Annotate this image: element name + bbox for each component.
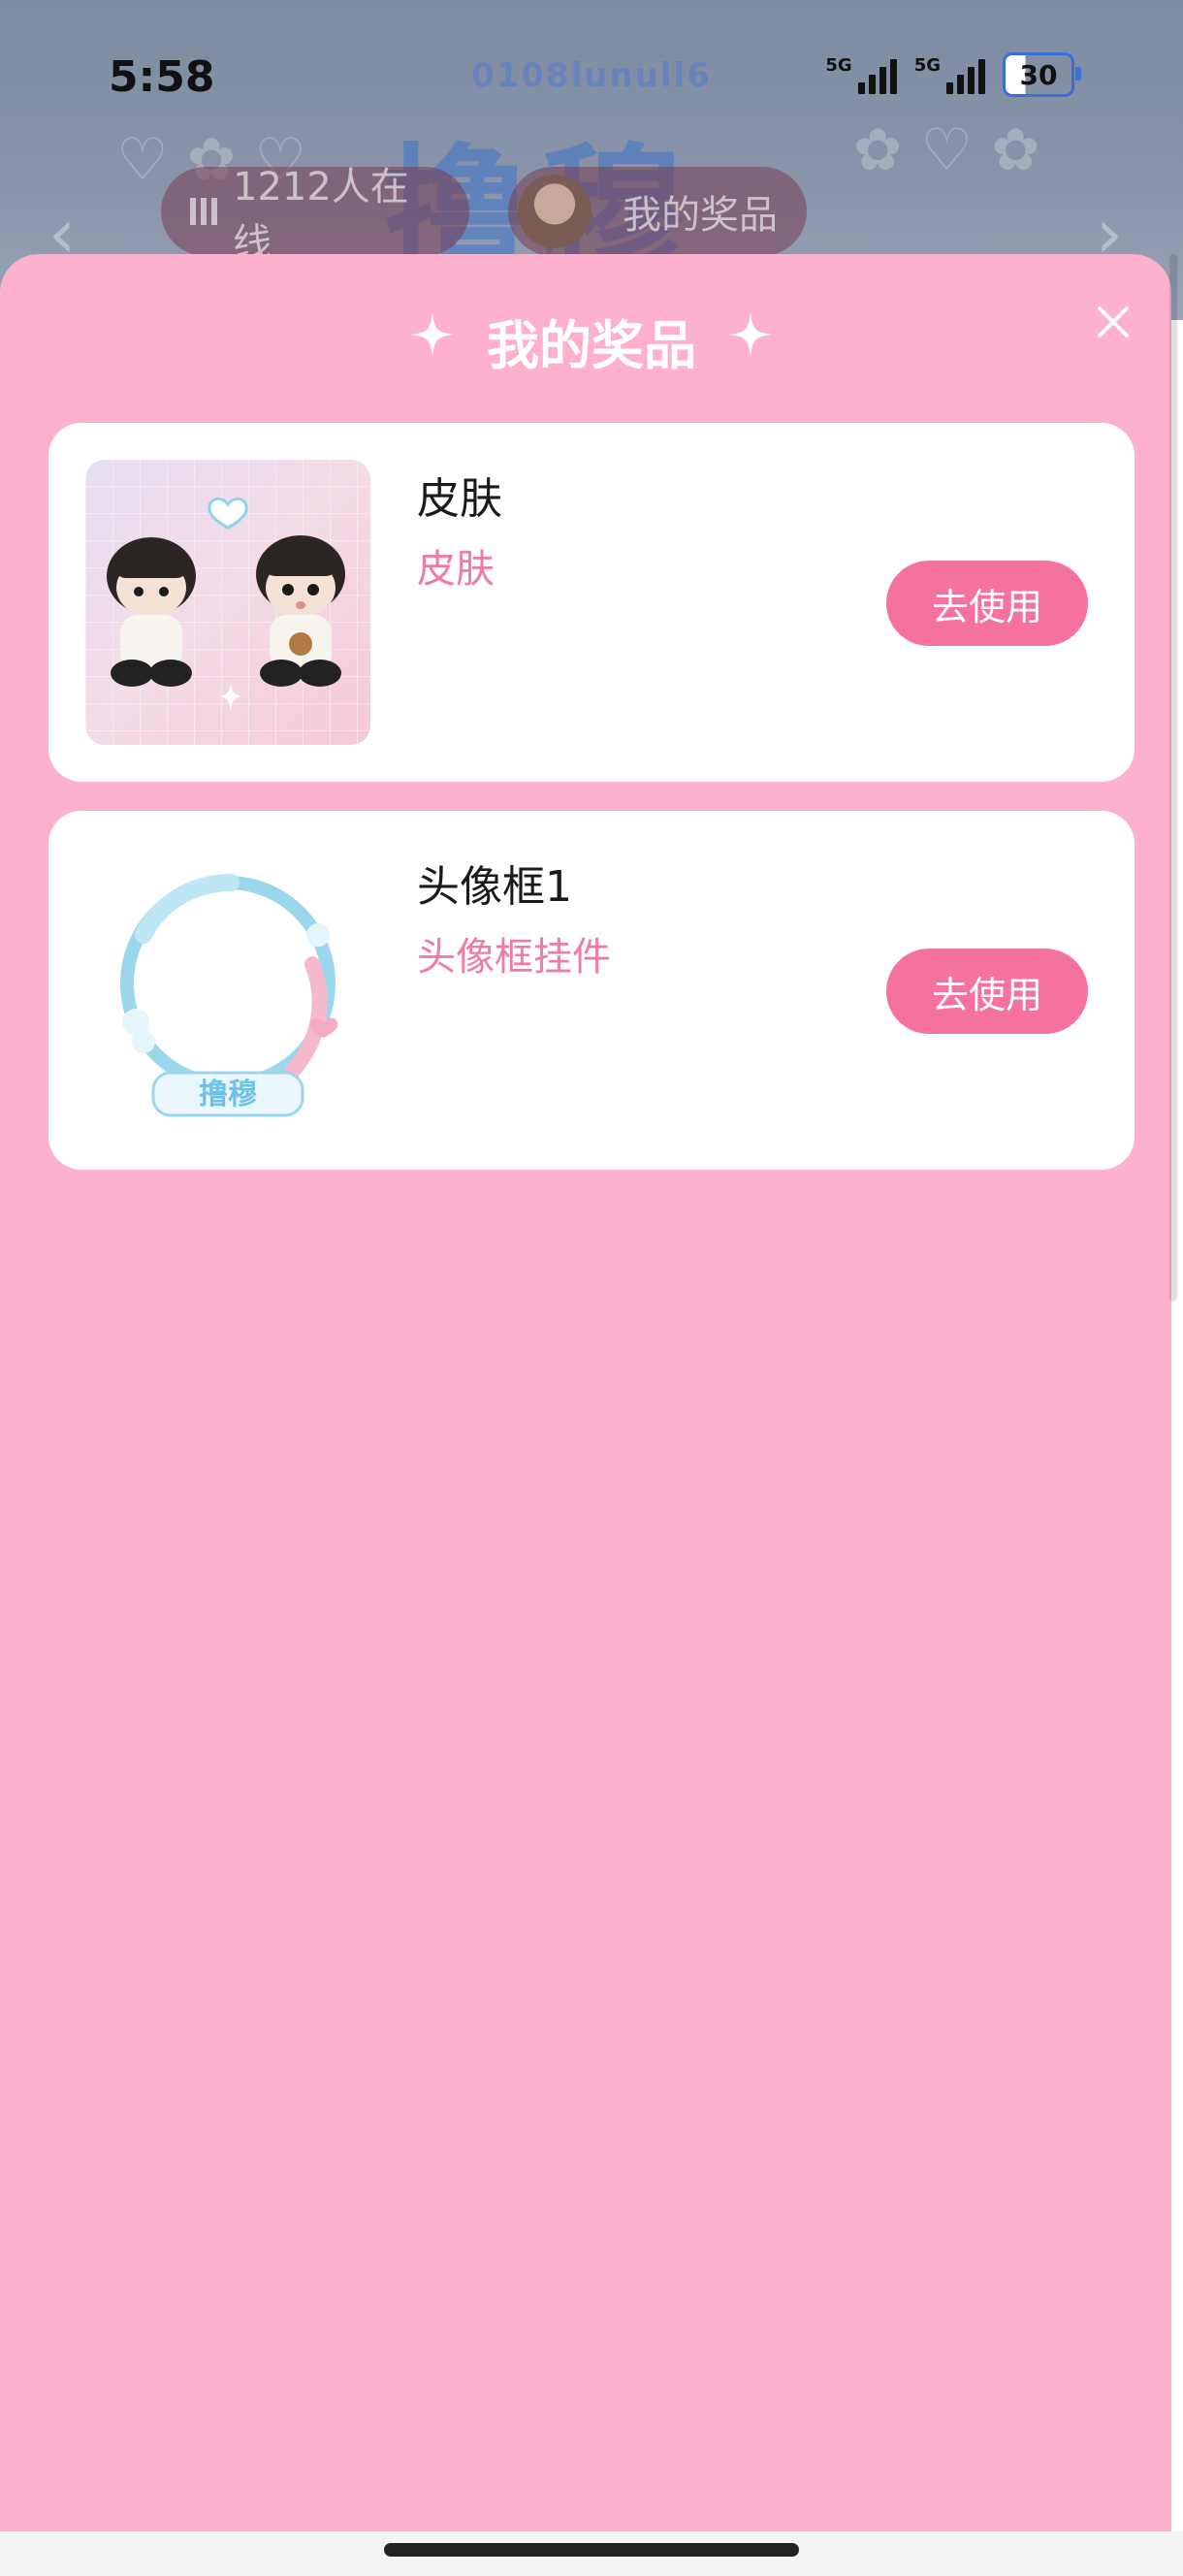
my-prizes-pill[interactable]: 我的奖品 xyxy=(508,167,807,256)
chibi-figures-image xyxy=(107,497,345,714)
my-prizes-label: 我的奖品 xyxy=(623,193,778,238)
status-time: 5:58 xyxy=(109,52,215,102)
avatar xyxy=(518,175,592,248)
prize-type: 皮肤 xyxy=(417,547,495,592)
use-button[interactable]: 去使用 xyxy=(886,949,1088,1034)
avatar-frame-thumbnail: 撸穆 xyxy=(85,848,370,1133)
svg-text:撸穆: 撸穆 xyxy=(199,1078,257,1111)
home-indicator[interactable] xyxy=(384,2543,799,2557)
prize-type: 头像框挂件 xyxy=(417,935,611,980)
prize-card: 皮肤 皮肤 去使用 xyxy=(48,423,1135,782)
skin-thumbnail xyxy=(85,460,370,745)
signal-icon: 5G xyxy=(825,55,897,94)
sheet-title: 我的奖品 xyxy=(487,315,696,376)
avatar-frame-image: 撸穆 xyxy=(120,874,338,1117)
online-count-label: 1212人在线 xyxy=(233,165,409,266)
close-icon[interactable] xyxy=(1094,303,1133,341)
lace-decoration: ✿ ♡ ✿ xyxy=(853,116,1040,184)
prize-name: 皮肤 xyxy=(417,474,502,524)
status-icons: 5G 5G 30 xyxy=(825,52,1081,97)
scrollbar[interactable] xyxy=(1169,254,1177,1302)
battery-icon: 30 xyxy=(1003,52,1081,97)
prize-name: 头像框1 xyxy=(417,862,572,912)
prize-card: 撸穆 头像框1 头像框挂件 去使用 xyxy=(48,811,1135,1170)
background-logo-small: 0108lunull6 xyxy=(471,56,712,95)
online-count-pill[interactable]: 1212人在线 xyxy=(161,165,469,266)
sparkle-icon xyxy=(728,312,773,357)
use-button[interactable]: 去使用 xyxy=(886,561,1088,646)
online-bars-icon xyxy=(190,198,217,225)
signal-icon: 5G xyxy=(914,55,985,94)
